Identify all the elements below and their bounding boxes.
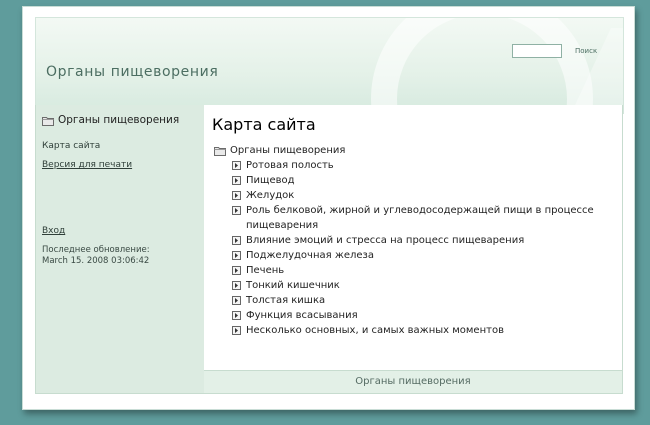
footer: Органы пищеворения <box>204 370 623 394</box>
tree-root[interactable]: Органы пищеворения <box>214 143 619 158</box>
tree-item-label: Тонкий кишечник <box>246 280 340 291</box>
login-link[interactable]: Вход <box>42 226 65 236</box>
plus-box-icon <box>232 266 241 275</box>
sitemap-link[interactable]: Карта сайта <box>42 141 100 151</box>
tree-item[interactable]: Роль белковой, жирной и углеводосодержащ… <box>214 203 619 233</box>
tree-item-label: Ротовая полость <box>246 160 334 171</box>
tree-item[interactable]: Пищевод <box>214 173 619 188</box>
tree-root-label: Органы пищеворения <box>230 145 346 156</box>
last-updated-label: Последнее обновление: <box>42 245 150 255</box>
folder-icon <box>214 146 226 156</box>
tree-item[interactable]: Влияние эмоций и стресса на процесс пище… <box>214 233 619 248</box>
plus-box-icon <box>232 176 241 185</box>
tree-item-label: Пищевод <box>246 175 295 186</box>
plus-box-icon <box>232 191 241 200</box>
tree-item[interactable]: Тонкий кишечник <box>214 278 619 293</box>
search-button[interactable]: Поиск <box>575 47 597 55</box>
tree-item[interactable]: Поджелудочная железа <box>214 248 619 263</box>
plus-box-icon <box>232 281 241 290</box>
last-updated-value: March 15. 2008 03:06:42 <box>42 256 150 266</box>
tree-item[interactable]: Желудок <box>214 188 619 203</box>
plus-box-icon <box>232 206 241 215</box>
main-content: Карта сайта Органы пищеворения Ротовая п… <box>204 105 623 370</box>
tree-item-label: Влияние эмоций и стресса на процесс пище… <box>246 235 525 246</box>
site-title[interactable]: Органы пищеворения <box>46 64 218 80</box>
sidebar: Органы пищеворения Карта сайта Версия дл… <box>35 105 205 394</box>
plus-box-icon <box>232 326 241 335</box>
tree-item-label: Роль белковой, жирной и углеводосодержащ… <box>246 205 594 231</box>
plus-box-icon <box>232 311 241 320</box>
tree-item[interactable]: Функция всасывания <box>214 308 619 323</box>
sitemap-tree: Органы пищеворения Ротовая полость Пищево… <box>214 143 619 338</box>
tree-item[interactable]: Ротовая полость <box>214 158 619 173</box>
page-title: Карта сайта <box>212 115 316 134</box>
bottom-divider <box>35 393 622 394</box>
tree-item-label: Поджелудочная железа <box>246 250 374 261</box>
tree-item[interactable]: Печень <box>214 263 619 278</box>
sidebar-section-header[interactable]: Органы пищеворения <box>42 113 179 127</box>
tree-item[interactable]: Несколько основных, и самых важных момен… <box>214 323 619 338</box>
plus-box-icon <box>232 296 241 305</box>
plus-box-icon <box>232 236 241 245</box>
tree-item-label: Толстая кишка <box>246 295 326 306</box>
tree-item-label: Желудок <box>246 190 295 201</box>
plus-box-icon <box>232 161 241 170</box>
search-input[interactable] <box>512 44 562 58</box>
tree-item-label: Несколько основных, и самых важных момен… <box>246 325 504 336</box>
folder-icon <box>42 116 54 126</box>
tree-item[interactable]: Толстая кишка <box>214 293 619 308</box>
print-version-link[interactable]: Версия для печати <box>42 160 132 170</box>
sidebar-section-title: Органы пищеворения <box>58 114 180 126</box>
header-decoration <box>371 18 593 113</box>
page-container: Органы пищеворения Поиск Органы пищеворе… <box>22 6 635 410</box>
site-header: Органы пищеворения Поиск <box>35 17 624 114</box>
tree-item-label: Функция всасывания <box>246 310 358 321</box>
plus-box-icon <box>232 251 241 260</box>
